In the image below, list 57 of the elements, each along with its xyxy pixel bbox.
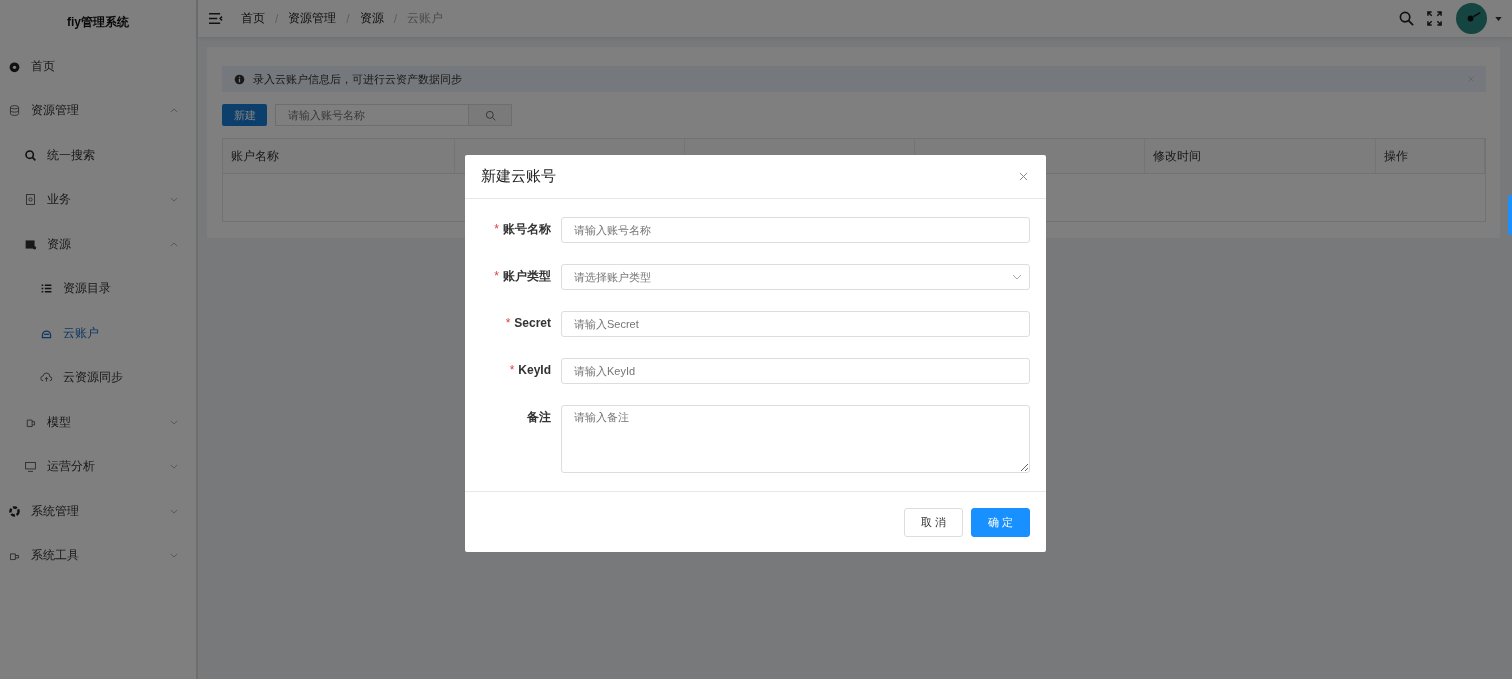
input-field[interactable]: 请输入KeyId bbox=[561, 358, 1030, 384]
textarea-field[interactable]: 请输入备注 bbox=[561, 405, 1030, 473]
breadcrumb-link[interactable]: 首页 bbox=[241, 10, 265, 27]
column-header: 账户名称 bbox=[223, 139, 455, 173]
breadcrumb-separator: / bbox=[275, 11, 279, 26]
info-icon bbox=[234, 73, 245, 85]
menu-item[interactable]: 云资源同步 bbox=[0, 355, 196, 400]
menu-item[interactable]: 统一搜索 bbox=[0, 133, 196, 178]
input-field[interactable]: 请输入Secret bbox=[561, 311, 1030, 337]
menu-item[interactable]: 资源管理 bbox=[0, 88, 196, 133]
menu-item[interactable]: 业务 bbox=[0, 177, 196, 222]
gear-icon bbox=[8, 504, 21, 518]
avatar[interactable] bbox=[1456, 3, 1487, 34]
monitor-icon bbox=[24, 460, 37, 474]
menu-item[interactable]: 资源目录 bbox=[0, 266, 196, 311]
chevron-icon bbox=[1012, 274, 1022, 280]
menu-item[interactable]: 资源 bbox=[0, 222, 196, 267]
search-icon bbox=[484, 109, 496, 121]
field-label: KeyId bbox=[518, 363, 551, 377]
dialog-title: 新建云账号 bbox=[481, 167, 556, 186]
menu-item[interactable]: 云账户 bbox=[0, 311, 196, 356]
field-label: Secret bbox=[514, 316, 551, 330]
cancel-button[interactable]: 取 消 bbox=[904, 508, 963, 537]
required-mark: * bbox=[494, 269, 499, 283]
breadcrumb-link[interactable]: 资源 bbox=[359, 10, 384, 27]
required-mark: * bbox=[509, 363, 515, 377]
breadcrumb-separator: / bbox=[346, 11, 350, 26]
column-header: 操作 bbox=[1376, 139, 1485, 173]
menu-item[interactable]: 系统管理 bbox=[0, 489, 196, 534]
close-icon[interactable] bbox=[1019, 172, 1028, 181]
field-label: 备注 bbox=[527, 410, 551, 424]
new-button[interactable]: 新建 bbox=[222, 104, 267, 126]
required-mark: * bbox=[505, 316, 511, 330]
menu-item[interactable]: 运营分析 bbox=[0, 444, 196, 489]
search-icon[interactable] bbox=[1399, 11, 1414, 26]
menu-icon[interactable] bbox=[208, 12, 223, 25]
cloud-sync-icon bbox=[40, 371, 53, 385]
search-icon bbox=[24, 148, 37, 162]
field-label: 账号名称 bbox=[503, 222, 551, 236]
confirm-button[interactable]: 确 定 bbox=[971, 508, 1030, 537]
required-mark: * bbox=[494, 222, 499, 236]
select-field[interactable]: 请选择账户类型 bbox=[561, 264, 1030, 290]
menu-item[interactable]: 模型 bbox=[0, 400, 196, 445]
column-header: 修改时间 bbox=[1145, 139, 1376, 173]
fullscreen-icon[interactable] bbox=[1427, 11, 1442, 26]
menu-item[interactable]: 首页 bbox=[0, 44, 196, 89]
breadcrumb-separator: / bbox=[393, 11, 398, 26]
app-title: fiy管理系统 bbox=[66, 13, 130, 31]
alert-text: 录入云账户信息后，可进行云资产数据同步 bbox=[253, 71, 463, 87]
list-icon bbox=[40, 282, 53, 296]
menu-item[interactable]: 系统工具 bbox=[0, 533, 196, 578]
side-handle[interactable] bbox=[1508, 195, 1512, 235]
field-label: 账户类型 bbox=[503, 269, 551, 283]
input-field[interactable]: 请输入账号名称 bbox=[561, 217, 1030, 243]
database-icon bbox=[8, 104, 21, 118]
breadcrumb-link[interactable]: 资源管理 bbox=[288, 10, 337, 27]
caret-icon[interactable] bbox=[1495, 16, 1502, 21]
